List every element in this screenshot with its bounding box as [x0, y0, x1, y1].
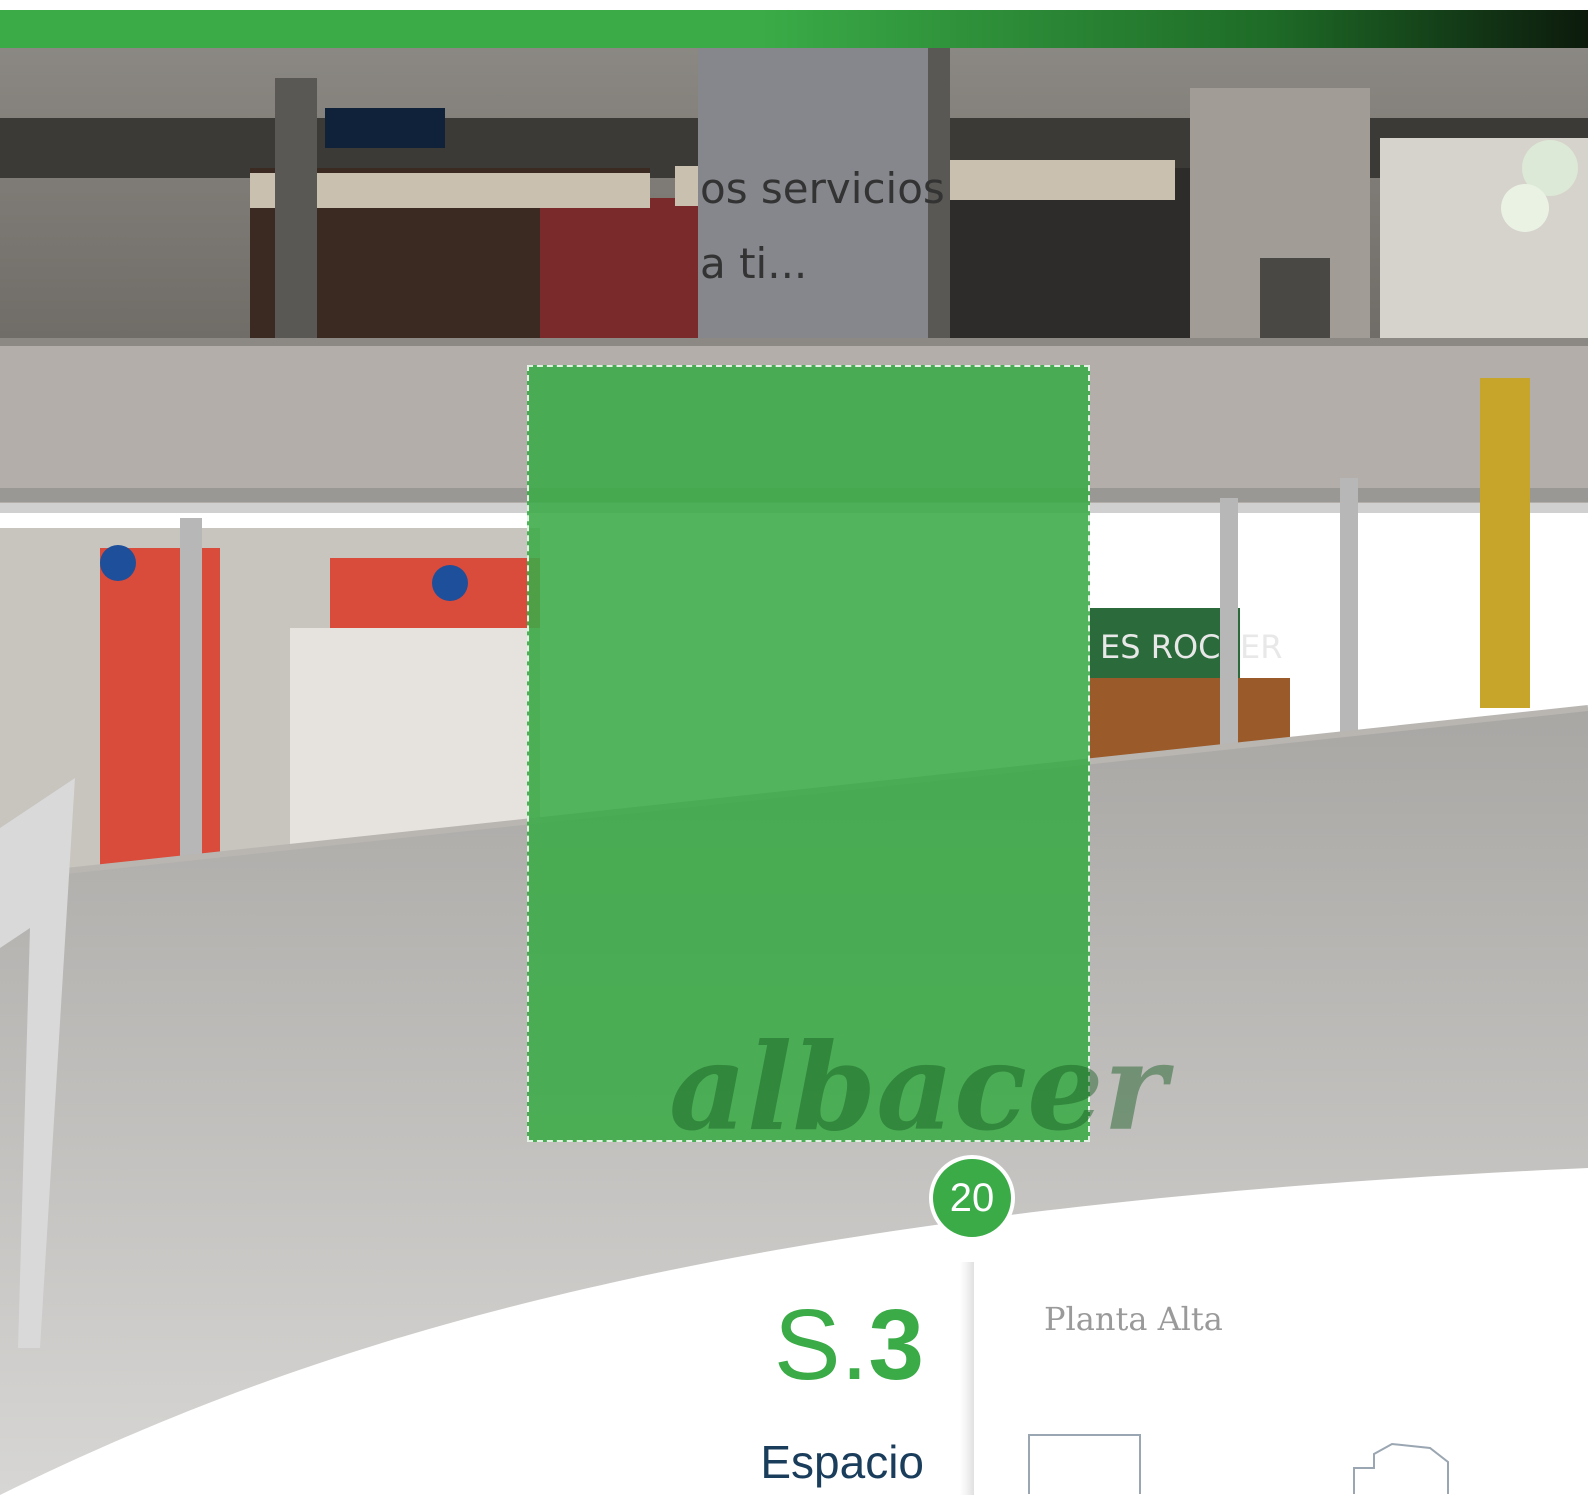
space-code-prefix: S. [773, 1289, 869, 1401]
advertising-space-zone[interactable]: albacer [527, 365, 1167, 1158]
floor-map-shape-left [1028, 1434, 1141, 1494]
page-number-badge: 20 [929, 1155, 1015, 1241]
albacer-watermark: albacer [669, 1017, 1167, 1158]
space-code-number: 3 [868, 1289, 924, 1401]
header-bar [0, 10, 1588, 48]
floor-label: Planta Alta [1044, 1300, 1223, 1338]
space-name: Espacio [760, 1436, 924, 1488]
space-code: S.3 [774, 1295, 924, 1395]
floor-map-shape-right [1353, 1442, 1449, 1494]
vertical-divider [960, 1262, 974, 1495]
